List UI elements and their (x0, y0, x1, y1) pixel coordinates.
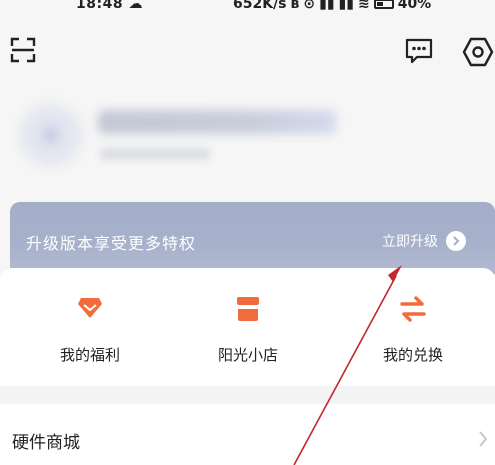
alarm-icon: ⊙ (303, 0, 316, 12)
gift-diamond-icon (78, 298, 102, 318)
chevron-right-icon (479, 431, 488, 447)
quick-action-shop[interactable]: 阳光小店 (183, 268, 313, 386)
wifi-icon: ≋ (357, 0, 370, 12)
settings-icon[interactable] (462, 36, 494, 68)
quick-action-label: 我的兑换 (382, 346, 443, 364)
menu-item-label: 硬件商城 (12, 433, 80, 453)
message-icon[interactable] (404, 37, 434, 65)
battery-icon (373, 0, 394, 9)
upgrade-label: 立即升级 (382, 234, 438, 250)
profile-subtitle-blurred (100, 148, 210, 160)
profile-name-blurred[interactable] (98, 110, 336, 134)
vip-title: 升级版本享受更多特权 (26, 234, 197, 253)
status-time: 18:48 ☁ (76, 0, 143, 12)
signal-icon: ▮▮ (319, 0, 335, 12)
status-bar: 18:48 ☁ 652K/s ʙ ⊙ ▮▮ ▮▮ ≋ 40% (0, 0, 495, 18)
status-time-text: 18:48 (76, 0, 124, 12)
bluetooth-icon: ʙ (290, 0, 300, 12)
cloud-icon: ☁ (128, 0, 143, 12)
quick-action-label: 阳光小店 (217, 346, 278, 364)
quick-action-label: 我的福利 (59, 346, 120, 364)
section-divider (0, 386, 495, 404)
avatar[interactable] (20, 104, 82, 166)
quick-action-welfare[interactable]: 我的福利 (25, 268, 155, 386)
exchange-icon (400, 296, 426, 322)
signal-icon-2: ▮▮ (338, 0, 354, 12)
chevron-right-circle-icon (446, 231, 466, 251)
shop-icon (237, 297, 259, 321)
net-speed-text: 652K/s (233, 0, 287, 12)
menu-item-hardware-mall[interactable]: 硬件商城 (0, 404, 495, 465)
quick-actions-panel: 我的福利 阳光小店 我的兑换 (0, 268, 495, 386)
vip-banner[interactable]: 升级版本享受更多特权 立即升级 (10, 202, 495, 274)
scan-icon[interactable] (10, 37, 36, 63)
quick-action-exchange[interactable]: 我的兑换 (348, 268, 478, 386)
status-indicators: 652K/s ʙ ⊙ ▮▮ ▮▮ ≋ 40% (233, 0, 435, 12)
upgrade-button[interactable]: 立即升级 (382, 231, 466, 251)
battery-text: 40% (397, 0, 432, 12)
